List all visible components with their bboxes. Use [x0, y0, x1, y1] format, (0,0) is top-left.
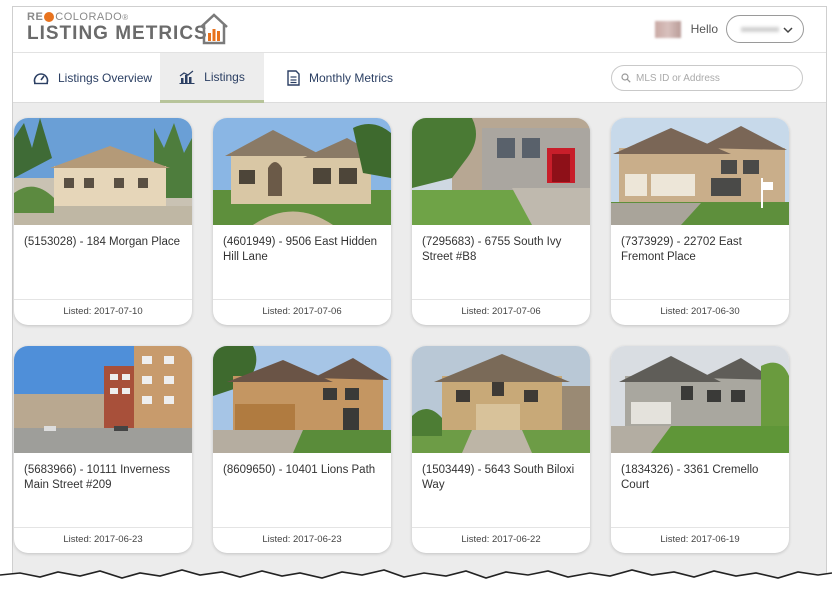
search-icon [621, 73, 631, 83]
divider [412, 299, 590, 300]
listing-photo[interactable] [412, 118, 590, 225]
listing-card[interactable]: (5153028) - 184 Morgan Place Listed: 201… [14, 118, 192, 325]
listed-date: Listed: 2017-07-06 [262, 306, 342, 317]
listed-date: Listed: 2017-06-30 [660, 306, 740, 317]
listing-card[interactable]: (7295683) - 6755 South Ivy Street #B8 Li… [412, 118, 590, 325]
brand-name: LISTING METRICS [27, 23, 208, 44]
listing-photo[interactable] [611, 346, 789, 453]
tab-monthly-metrics[interactable]: Monthly Metrics [281, 53, 399, 103]
listing-photo[interactable] [611, 118, 789, 225]
search-input[interactable] [636, 72, 786, 84]
greeting: Hello [690, 22, 718, 36]
listing-photo[interactable] [14, 346, 192, 453]
listing-photo[interactable] [213, 346, 391, 453]
chevron-down-icon [783, 27, 793, 34]
tab-listings[interactable]: Listings [160, 53, 264, 103]
house-chart-icon [200, 13, 228, 45]
tab-listings-overview[interactable]: Listings Overview [25, 53, 160, 103]
listed-date: Listed: 2017-06-23 [63, 534, 143, 545]
speedometer-icon [33, 73, 49, 85]
listing-title: (1834326) - 3361 Cremello Court [621, 464, 759, 491]
listing-card[interactable]: (4601949) - 9506 East Hidden Hill Lane L… [213, 118, 391, 325]
user-menu: Hello [654, 15, 804, 43]
listing-title: (7373929) - 22702 East Fremont Place [621, 236, 742, 263]
divider [213, 527, 391, 528]
divider [213, 299, 391, 300]
listing-title: (7295683) - 6755 South Ivy Street #B8 [422, 236, 562, 263]
listing-card[interactable]: (8609650) - 10401 Lions Path Listed: 201… [213, 346, 391, 553]
listed-date: Listed: 2017-06-23 [262, 534, 342, 545]
divider [611, 527, 789, 528]
listed-date: Listed: 2017-06-19 [660, 534, 740, 545]
user-dropdown[interactable] [726, 15, 804, 43]
listing-photo[interactable] [14, 118, 192, 225]
username-redacted [741, 27, 779, 32]
listed-date: Listed: 2017-07-10 [63, 306, 143, 317]
listing-card[interactable]: (1834326) - 3361 Cremello Court Listed: … [611, 346, 789, 553]
listing-card[interactable]: (1503449) - 5643 South Biloxi Way Listed… [412, 346, 590, 553]
search-box[interactable] [611, 65, 803, 91]
listing-title: (5683966) - 10111 Inverness Main Street … [24, 464, 170, 491]
torn-edge-decoration [0, 569, 832, 597]
listing-title: (5153028) - 184 Morgan Place [24, 236, 180, 248]
listed-date: Listed: 2017-06-22 [461, 534, 541, 545]
nav-tabs: Listings Overview Listings Monthly Metri… [13, 53, 826, 103]
listing-card[interactable]: (7373929) - 22702 East Fremont Place Lis… [611, 118, 789, 325]
divider [412, 527, 590, 528]
bar-chart-icon [179, 70, 195, 84]
brand-subtitle: RE COLORADO ® [27, 11, 129, 23]
divider [611, 299, 789, 300]
listed-date: Listed: 2017-07-06 [461, 306, 541, 317]
listing-photo[interactable] [412, 346, 590, 453]
re-colorado-dot-icon [44, 12, 55, 22]
listing-card[interactable]: (5683966) - 10111 Inverness Main Street … [14, 346, 192, 553]
document-icon [287, 70, 300, 86]
brand-logo[interactable]: RE COLORADO ® LISTING METRICS [27, 11, 228, 45]
divider [14, 299, 192, 300]
divider [14, 527, 192, 528]
listing-title: (4601949) - 9506 East Hidden Hill Lane [223, 236, 378, 263]
avatar [654, 20, 681, 38]
header: RE COLORADO ® LISTING METRICS Hello [13, 7, 826, 53]
listing-photo[interactable] [213, 118, 391, 225]
listing-title: (1503449) - 5643 South Biloxi Way [422, 464, 575, 491]
listing-title: (8609650) - 10401 Lions Path [223, 464, 376, 476]
